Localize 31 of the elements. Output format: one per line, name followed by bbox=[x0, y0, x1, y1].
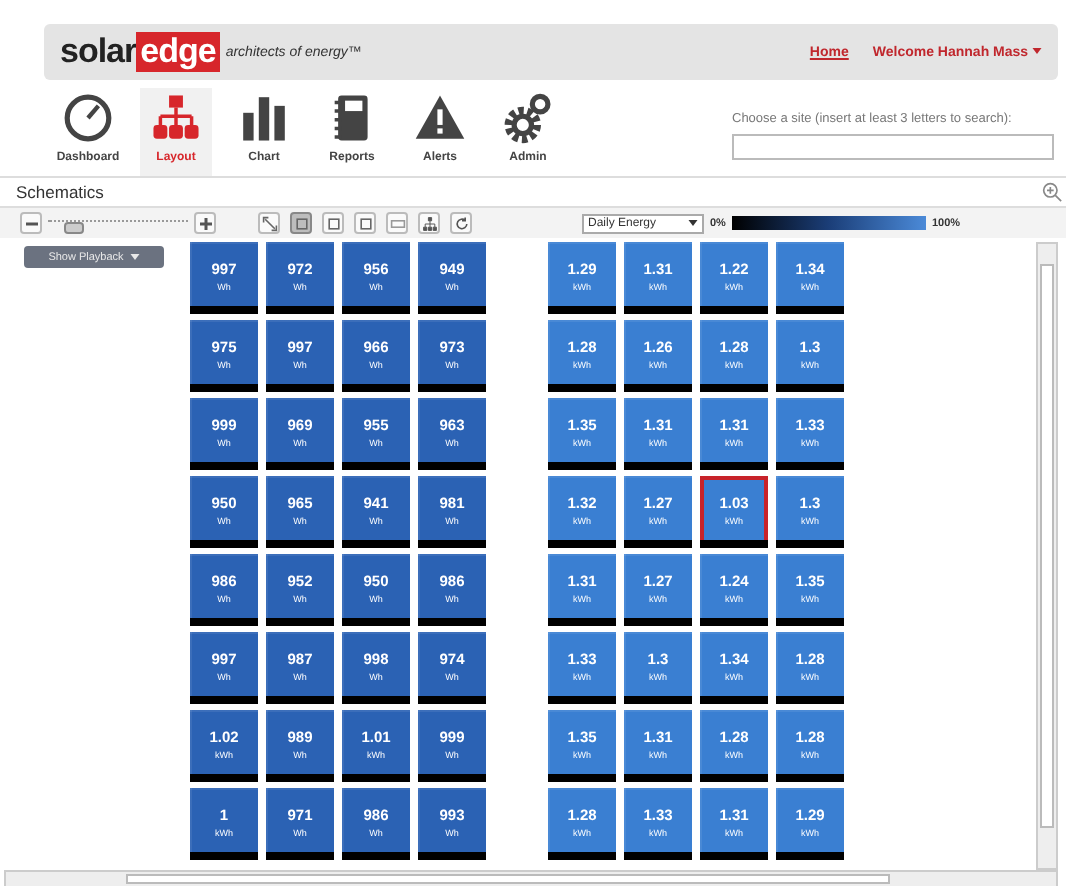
zoom-icon[interactable] bbox=[1042, 182, 1062, 202]
plus-icon bbox=[197, 215, 213, 231]
view-button[interactable] bbox=[386, 212, 408, 234]
gears-icon bbox=[502, 92, 554, 144]
expand-icon bbox=[261, 215, 277, 231]
refresh-button[interactable] bbox=[450, 212, 472, 234]
site-search-field[interactable] bbox=[732, 134, 1054, 160]
square-icon bbox=[325, 215, 341, 231]
section-title: Schematics bbox=[16, 182, 104, 202]
caret-icon bbox=[129, 254, 140, 260]
zoom-in-button[interactable] bbox=[194, 212, 216, 234]
vertical-scrollbar[interactable] bbox=[1036, 242, 1058, 870]
view-button[interactable] bbox=[322, 212, 344, 234]
org-chart-icon bbox=[150, 92, 202, 144]
slider-handle[interactable] bbox=[64, 221, 85, 233]
warning-icon bbox=[414, 92, 466, 144]
caret-icon bbox=[688, 220, 698, 226]
view-button[interactable] bbox=[290, 212, 312, 234]
horizontal-scrollbar[interactable] bbox=[4, 870, 1058, 886]
zoom-out-button[interactable] bbox=[20, 212, 42, 234]
square-icon bbox=[293, 215, 309, 231]
caret-icon bbox=[1032, 48, 1042, 55]
rectangle-icon bbox=[389, 215, 405, 231]
square-icon bbox=[357, 215, 373, 231]
refresh-icon bbox=[453, 215, 469, 231]
view-button[interactable] bbox=[354, 212, 376, 234]
hierarchy-button[interactable] bbox=[418, 212, 440, 234]
bar-chart-icon bbox=[238, 92, 290, 144]
fit-view-button[interactable] bbox=[258, 212, 280, 234]
hierarchy-icon bbox=[421, 215, 437, 231]
gauge-icon bbox=[62, 92, 114, 144]
